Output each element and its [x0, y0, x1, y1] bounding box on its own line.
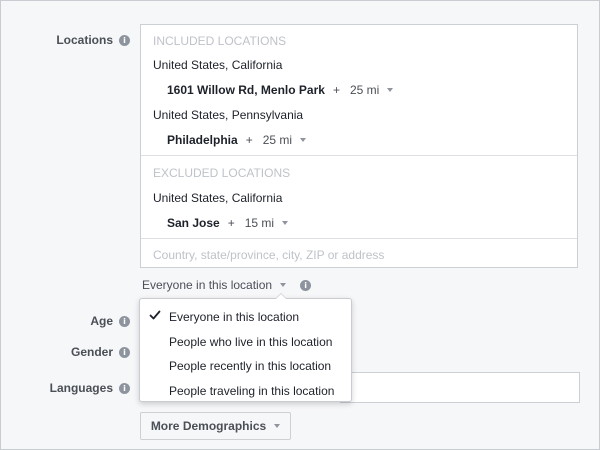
dropdown-option-traveling[interactable]: People traveling in this location: [169, 384, 334, 398]
divider: [141, 155, 577, 156]
add-place-button[interactable]: +: [246, 133, 253, 147]
locations-info-icon[interactable]: i: [119, 34, 130, 46]
dropdown-option-everyone[interactable]: Everyone in this location: [169, 310, 299, 324]
included-place-1: 1601 Willow Rd, Menlo Park + 25 mi: [167, 83, 394, 97]
excluded-locations-header: EXCLUDED LOCATIONS: [153, 166, 291, 180]
included-country-2: United States, Pennsylvania: [153, 108, 304, 122]
languages-input[interactable]: [340, 372, 580, 403]
languages-info-icon[interactable]: i: [119, 382, 130, 394]
checkmark-icon: [149, 310, 161, 320]
audience-select-value: Everyone in this location: [142, 278, 273, 292]
included-country-1: United States, California: [153, 58, 283, 72]
chevron-down-icon[interactable]: [282, 221, 289, 225]
add-place-button[interactable]: +: [333, 83, 340, 97]
gender-info-icon[interactable]: i: [119, 346, 130, 358]
locations-box: INCLUDED LOCATIONS United States, Califo…: [140, 24, 578, 268]
chevron-down-icon: [280, 283, 287, 287]
chevron-down-icon[interactable]: [387, 88, 394, 92]
dropdown-option-live[interactable]: People who live in this location: [169, 335, 332, 349]
chevron-down-icon[interactable]: [300, 138, 307, 142]
gender-label: Gender i: [40, 344, 130, 360]
location-search-input[interactable]: Country, state/province, city, ZIP or ad…: [153, 248, 384, 262]
locations-label: Locations i: [40, 32, 130, 48]
age-label: Age i: [40, 313, 130, 329]
chevron-down-icon: [274, 424, 281, 428]
radius-select[interactable]: 25 mi: [263, 133, 292, 147]
place-name: 1601 Willow Rd, Menlo Park: [167, 83, 325, 97]
audience-info-icon[interactable]: i: [300, 279, 312, 291]
excluded-place-1: San Jose + 15 mi: [167, 216, 289, 230]
age-info-icon[interactable]: i: [119, 315, 130, 327]
place-name: Philadelphia: [167, 133, 238, 147]
divider: [141, 238, 577, 239]
radius-select[interactable]: 25 mi: [350, 83, 379, 97]
included-place-2: Philadelphia + 25 mi: [167, 133, 307, 147]
included-locations-header: INCLUDED LOCATIONS: [153, 34, 287, 48]
radius-select[interactable]: 15 mi: [245, 216, 274, 230]
excluded-country-1: United States, California: [153, 191, 283, 205]
place-name: San Jose: [167, 216, 220, 230]
add-place-button[interactable]: +: [228, 216, 235, 230]
more-demographics-button[interactable]: More Demographics: [140, 412, 291, 440]
dropdown-option-recent[interactable]: People recently in this location: [169, 359, 331, 373]
languages-label: Languages i: [20, 380, 130, 396]
audience-dropdown-menu: Everyone in this location People who liv…: [139, 293, 352, 402]
audience-select[interactable]: Everyone in this location i: [142, 278, 312, 292]
